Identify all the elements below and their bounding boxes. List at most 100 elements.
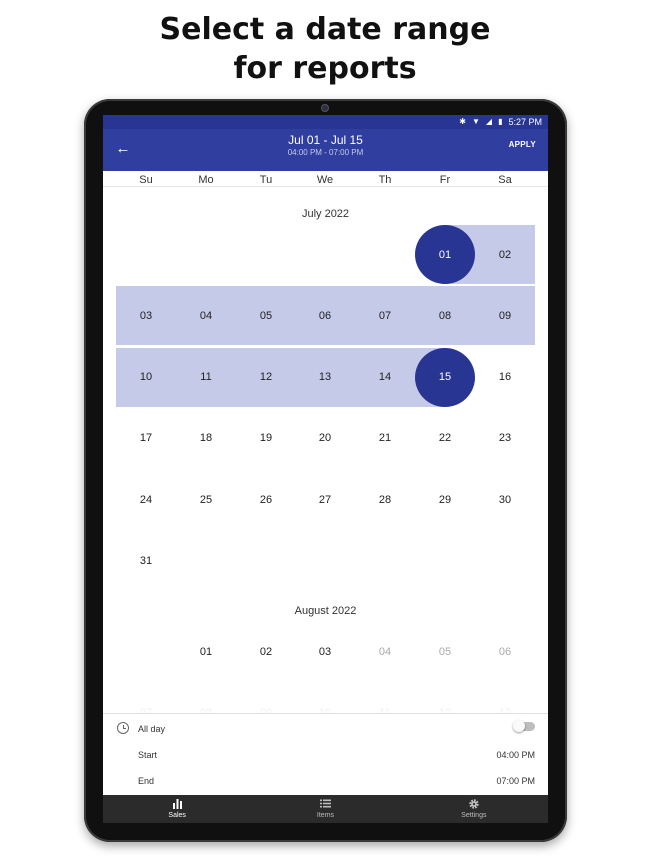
day-number: 24 [139,493,153,506]
day-number: 20 [318,432,332,445]
day-cell[interactable]: 24 [116,470,176,529]
day-cell[interactable]: 02 [236,622,296,681]
day-number: 05 [259,309,273,322]
day-cell[interactable]: 22 [415,409,475,468]
day-number: 29 [438,493,452,506]
day-number: 25 [199,493,213,506]
day-cell[interactable]: 26 [236,470,296,529]
gear-icon [400,798,548,810]
day-cell[interactable]: 10 [116,348,176,407]
day-cell[interactable]: 03 [295,622,355,681]
day-number: 07 [378,309,392,322]
day-number: 15 [438,371,452,384]
day-cell[interactable]: 23 [475,409,535,468]
weekday-label: Tu [259,174,273,186]
day-number: 02 [498,248,512,261]
nav-item-items[interactable]: Items [251,795,399,823]
nav-label-items: Items [316,812,335,819]
app-bar: ← Jul 01 - Jul 15 04:00 PM - 07:00 PM AP… [103,129,548,171]
day-cell[interactable]: 27 [295,470,355,529]
day-cell[interactable]: 01 [176,622,236,681]
day-number: 28 [378,493,392,506]
day-cell[interactable]: 11 [176,348,236,407]
day-number: 08 [438,309,452,322]
day-cell[interactable]: 20 [295,409,355,468]
day-number: 04 [378,645,392,658]
day-number: 03 [139,309,153,322]
day-number: 22 [438,432,452,445]
weekday-label: We [316,174,334,186]
time-panel: All day Start 04:00 PM End 07:00 PM [103,713,548,795]
bottom-nav: Sales Items Settings [103,795,548,823]
day-number: 03 [318,645,332,658]
day-cell[interactable]: 16 [475,348,535,407]
nav-item-sales[interactable]: Sales [103,795,251,823]
headline: Select a date range for reports [0,10,650,88]
nav-label-settings: Settings [461,812,487,819]
clock-icon [117,722,129,734]
day-cell[interactable]: 08 [415,286,475,345]
wifi-icon: ▼ [471,117,480,126]
day-cell[interactable]: 31 [116,532,176,591]
day-number: 10 [139,371,153,384]
weekday-header: Su Mo Tu We Th Fr Sa [103,171,548,187]
month-title: July 2022 [301,208,350,220]
weekday-label: Su [139,174,153,186]
day-cell[interactable]: 19 [236,409,296,468]
day-number: 01 [438,248,452,261]
day-cell[interactable]: 03 [116,286,176,345]
day-cell[interactable]: 07 [355,286,415,345]
day-number: 02 [259,645,273,658]
battery-icon: ▮ [498,117,503,126]
time-range-subtitle: 04:00 PM - 07:00 PM [287,148,364,157]
day-cell[interactable]: 17 [116,409,176,468]
selected-day-cell[interactable]: 15 [415,347,475,407]
day-cell[interactable]: 25 [176,470,236,529]
day-number: 31 [139,555,153,567]
status-bar: ✱ ▼ ◢ ▮ 5:27 PM [103,115,548,129]
day-number: 13 [318,371,332,384]
weekday-label: Th [378,174,392,186]
day-cell: 05 [415,622,475,681]
day-cell[interactable]: 12 [236,348,296,407]
day-cell: 06 [475,622,535,681]
selected-day-cell[interactable]: 01 [415,225,475,284]
day-number: 11 [200,371,212,384]
bluetooth-icon: ✱ [459,117,466,126]
day-number: 06 [318,309,332,322]
all-day-label: All day [138,724,166,734]
day-cell[interactable]: 05 [236,286,296,345]
day-cell[interactable]: 28 [355,470,415,529]
nav-item-settings[interactable]: Settings [400,795,548,823]
weekday-label: Sa [498,174,512,186]
headline-line-1: Select a date range [159,12,491,47]
day-cell[interactable]: 09 [475,286,535,345]
start-time-value[interactable]: 04:00 PM [496,750,535,760]
day-number: 12 [259,371,273,384]
day-number: 23 [498,432,512,445]
all-day-toggle[interactable] [513,720,535,732]
month-title: August 2022 [294,605,357,617]
day-cell[interactable]: 06 [295,286,355,345]
day-cell[interactable]: 02 [475,225,535,284]
day-number: 05 [438,645,452,658]
nav-label-sales: Sales [168,812,186,819]
day-number: 14 [378,371,392,384]
day-number: 30 [498,493,512,506]
day-cell[interactable]: 18 [176,409,236,468]
day-cell[interactable]: 13 [295,348,355,407]
day-number: 04 [199,309,213,322]
day-number: 17 [139,432,153,445]
day-number: 16 [498,371,512,384]
day-cell[interactable]: 30 [475,470,535,529]
app-screen: ✱ ▼ ◢ ▮ 5:27 PM ← Jul 01 - Jul 15 04:00 … [103,115,548,823]
scroll-fade [103,685,548,715]
apply-button[interactable]: APPLY [509,140,536,149]
day-cell[interactable]: 21 [355,409,415,468]
day-cell[interactable]: 14 [355,348,415,407]
day-cell[interactable]: 29 [415,470,475,529]
camera-icon [321,104,329,112]
signal-icon: ◢ [485,117,493,126]
end-time-value[interactable]: 07:00 PM [496,776,535,786]
day-cell[interactable]: 04 [176,286,236,345]
